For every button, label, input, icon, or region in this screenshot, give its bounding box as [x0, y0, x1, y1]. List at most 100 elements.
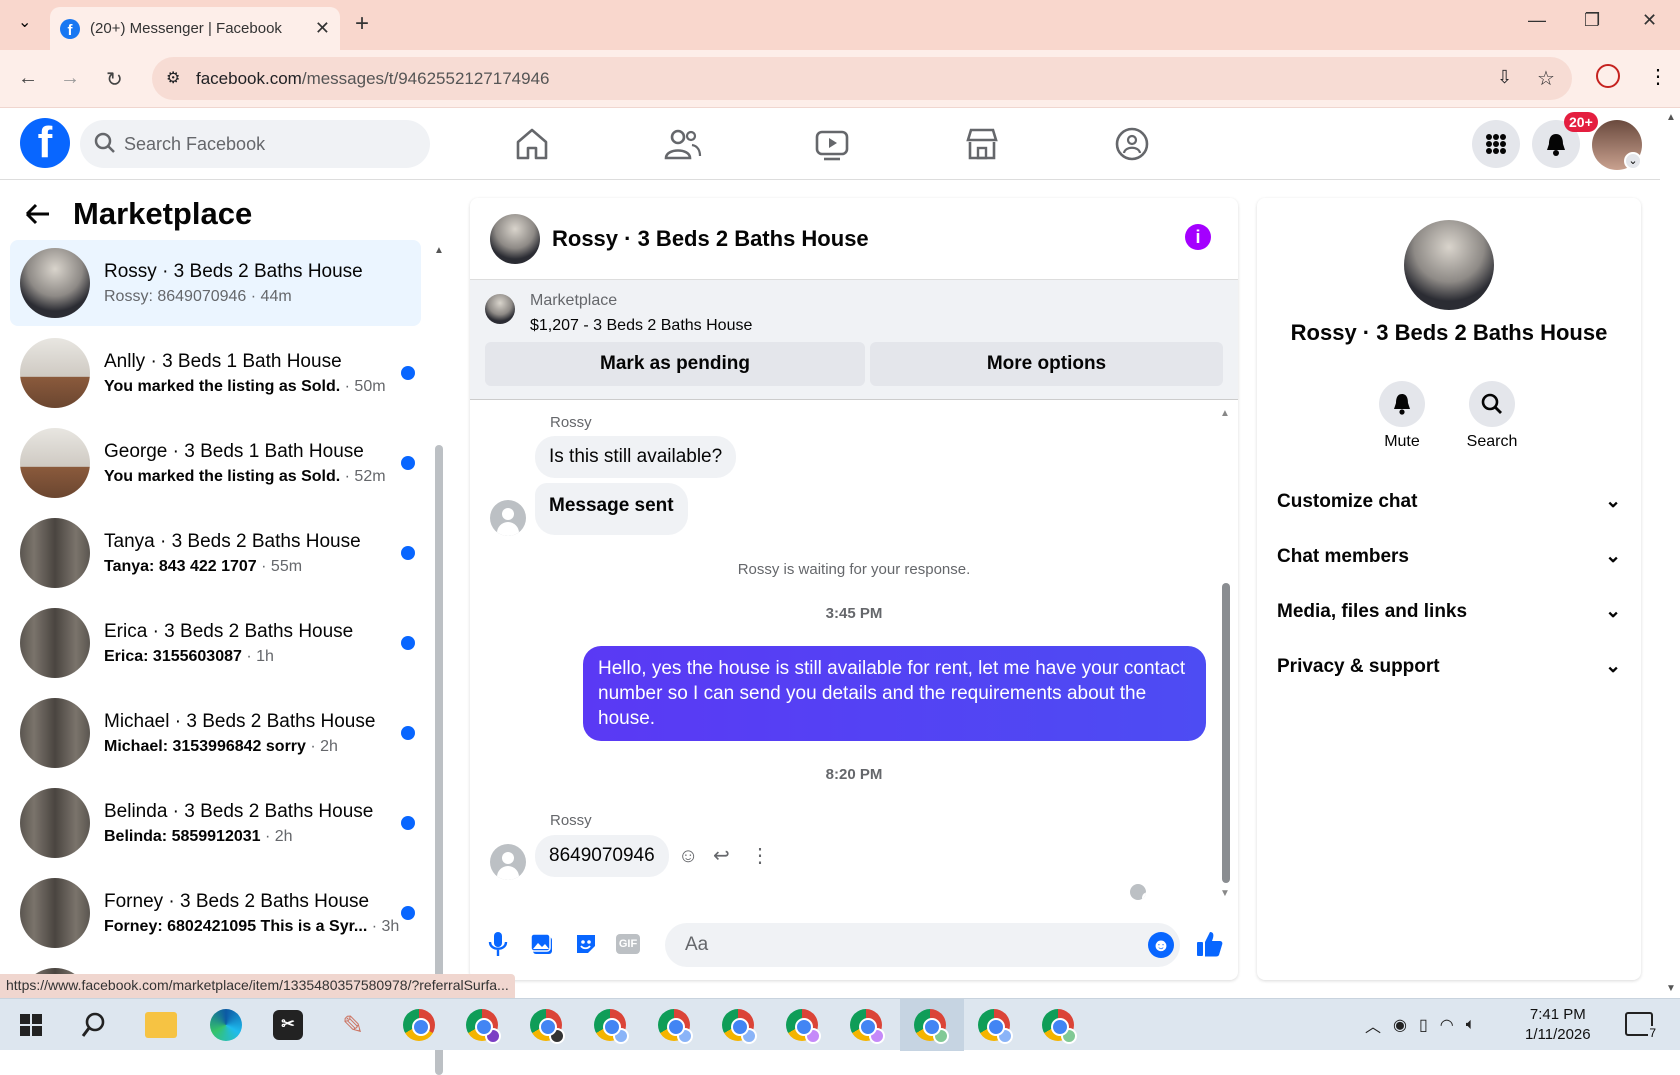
battery-icon[interactable]: ▯: [1419, 1015, 1428, 1035]
more-options-button[interactable]: More options: [870, 342, 1223, 386]
chrome-icon[interactable]: [403, 1009, 435, 1041]
search-conversation-button[interactable]: Search: [1462, 381, 1522, 451]
chrome-profile-icon[interactable]: [594, 1009, 629, 1044]
reload-icon[interactable]: ↻: [106, 67, 123, 92]
conversation-item[interactable]: Forney · 3 Beds 2 Baths House Forney: 680…: [10, 870, 421, 956]
show-hidden-icons-icon[interactable]: ︿: [1365, 1013, 1381, 1037]
tab-search-icon[interactable]: ⌄: [18, 12, 31, 32]
capcut-icon[interactable]: ✂: [273, 1010, 303, 1040]
info-avatar[interactable]: [1404, 220, 1494, 310]
conversation-preview: Erica: 3155603087 · 1h: [104, 647, 274, 665]
sender-avatar[interactable]: [490, 844, 526, 880]
friends-nav-icon[interactable]: [662, 126, 702, 162]
listing-thumbnail[interactable]: [485, 294, 515, 324]
scroll-up-arrow-icon[interactable]: ▲: [434, 245, 444, 256]
chrome-profile-icon[interactable]: [466, 1009, 501, 1044]
bookmark-star-icon[interactable]: ☆: [1537, 66, 1555, 91]
wifi-icon[interactable]: ◠: [1440, 1015, 1454, 1035]
notification-center-icon[interactable]: 7: [1625, 1012, 1657, 1040]
message-input[interactable]: Aa: [665, 923, 1180, 967]
close-window-icon[interactable]: ✕: [1642, 10, 1657, 31]
location-icon[interactable]: ◉: [1393, 1015, 1407, 1035]
forward-icon[interactable]: →: [60, 67, 80, 90]
sender-avatar[interactable]: [490, 500, 526, 536]
chat-scroll-down-icon[interactable]: ▼: [1220, 888, 1230, 899]
windows-start-icon[interactable]: [20, 1014, 42, 1036]
site-info-icon[interactable]: ⚙: [166, 68, 180, 88]
conversation-item[interactable]: Tanya · 3 Beds 2 Baths House Tanya: 843 4…: [10, 510, 421, 596]
taskbar-clock[interactable]: 7:41 PM 1/11/2026: [1525, 1005, 1591, 1045]
facebook-logo[interactable]: f: [20, 118, 70, 168]
customize-chat-row[interactable]: Customize chat ⌄: [1277, 490, 1621, 513]
gif-icon[interactable]: GIF: [616, 934, 640, 954]
video-nav-icon[interactable]: [812, 126, 852, 162]
volume-icon[interactable]: 🔈︎: [1466, 1016, 1476, 1034]
chrome-profile-icon[interactable]: [722, 1009, 757, 1044]
photo-icon[interactable]: [530, 932, 554, 956]
browser-menu-icon[interactable]: ⋮: [1648, 64, 1668, 89]
react-emoji-icon[interactable]: ☺: [678, 845, 698, 868]
chat-avatar[interactable]: [490, 213, 540, 264]
chrome-profile-icon[interactable]: [786, 1009, 821, 1044]
conversation-item[interactable]: Michael · 3 Beds 2 Baths House Michael: 3…: [10, 690, 421, 776]
incoming-message[interactable]: 8649070946: [535, 835, 669, 877]
listing-price[interactable]: $1,207 - 3 Beds 2 Baths House: [530, 317, 752, 335]
profile-icon[interactable]: [1596, 64, 1620, 88]
like-thumbs-up-icon[interactable]: [1195, 930, 1223, 958]
chat-members-row[interactable]: Chat members ⌄: [1277, 545, 1621, 568]
chrome-profile-icon[interactable]: [1042, 1009, 1077, 1044]
unread-dot: [401, 636, 415, 650]
sticker-icon[interactable]: [574, 932, 598, 956]
account-chevron-icon[interactable]: ⌄: [1624, 152, 1642, 170]
chrome-profile-icon[interactable]: [850, 1009, 885, 1044]
media-files-links-row[interactable]: Media, files and links ⌄: [1277, 600, 1621, 623]
page-scrollbar[interactable]: ▲ ▼: [1662, 108, 1680, 998]
conversation-item[interactable]: Belinda · 3 Beds 2 Baths House Belinda: 5…: [10, 780, 421, 866]
outgoing-message[interactable]: Hello, yes the house is still available …: [583, 646, 1206, 741]
conversation-item[interactable]: Rossy · 3 Beds 2 Baths House Rossy: 86490…: [10, 240, 421, 326]
page-scroll-up-icon[interactable]: ▲: [1666, 112, 1676, 123]
chat-title[interactable]: Rossy · 3 Beds 2 Baths House: [552, 226, 869, 252]
file-explorer-icon[interactable]: [145, 1012, 177, 1038]
mark-as-pending-button[interactable]: Mark as pending: [485, 342, 865, 386]
mute-button[interactable]: Mute: [1372, 381, 1432, 451]
waiting-notice: Rossy is waiting for your response.: [737, 561, 971, 578]
conversation-item[interactable]: Anlly · 3 Beds 1 Bath House You marked th…: [10, 330, 421, 416]
browser-tab[interactable]: f (20+) Messenger | Facebook ✕: [50, 7, 340, 50]
page-scroll-down-icon[interactable]: ▼: [1666, 983, 1676, 994]
conversation-item[interactable]: Erica · 3 Beds 2 Baths House Erica: 31556…: [10, 600, 421, 686]
unread-dot: [401, 366, 415, 380]
back-icon[interactable]: ←: [18, 67, 38, 90]
edge-icon[interactable]: [210, 1009, 242, 1041]
paint-icon[interactable]: ✎: [337, 1010, 369, 1040]
emoji-icon[interactable]: ☻: [1148, 932, 1174, 958]
minimize-icon[interactable]: —: [1528, 10, 1546, 31]
privacy-support-row[interactable]: Privacy & support ⌄: [1277, 655, 1621, 678]
groups-nav-icon[interactable]: [1112, 126, 1152, 162]
chrome-profile-icon[interactable]: [914, 1009, 949, 1044]
chrome-profile-icon[interactable]: [978, 1009, 1013, 1044]
close-tab-icon[interactable]: ✕: [315, 18, 330, 39]
incoming-message[interactable]: Is this still available?: [535, 436, 737, 478]
reply-icon[interactable]: ↩: [713, 843, 730, 868]
back-arrow-icon[interactable]: [25, 203, 51, 225]
info-icon[interactable]: i: [1185, 224, 1211, 250]
home-nav-icon[interactable]: [512, 126, 552, 162]
chrome-profile-icon[interactable]: [530, 1009, 565, 1044]
more-actions-icon[interactable]: ⋮: [750, 843, 770, 868]
url-host: facebook.com: [196, 68, 302, 88]
restore-icon[interactable]: ❐: [1584, 10, 1600, 31]
microphone-icon[interactable]: [488, 931, 508, 957]
facebook-search-input[interactable]: Search Facebook: [80, 120, 430, 168]
new-tab-icon[interactable]: +: [355, 10, 369, 38]
chat-scroll-up-icon[interactable]: ▲: [1220, 408, 1230, 419]
url-field[interactable]: ⚙ facebook.com/messages/t/94625521271749…: [152, 57, 1572, 100]
menu-grid-button[interactable]: [1472, 120, 1520, 168]
conversation-item[interactable]: George · 3 Beds 1 Bath House You marked t…: [10, 420, 421, 506]
install-app-icon[interactable]: ⇩: [1497, 67, 1512, 88]
chat-scrollbar[interactable]: [1222, 583, 1230, 883]
chrome-profile-icon[interactable]: [658, 1009, 693, 1044]
marketplace-nav-icon[interactable]: [962, 126, 1002, 162]
taskbar-search-icon[interactable]: [80, 1011, 108, 1039]
incoming-message[interactable]: Message sent: [535, 483, 688, 535]
